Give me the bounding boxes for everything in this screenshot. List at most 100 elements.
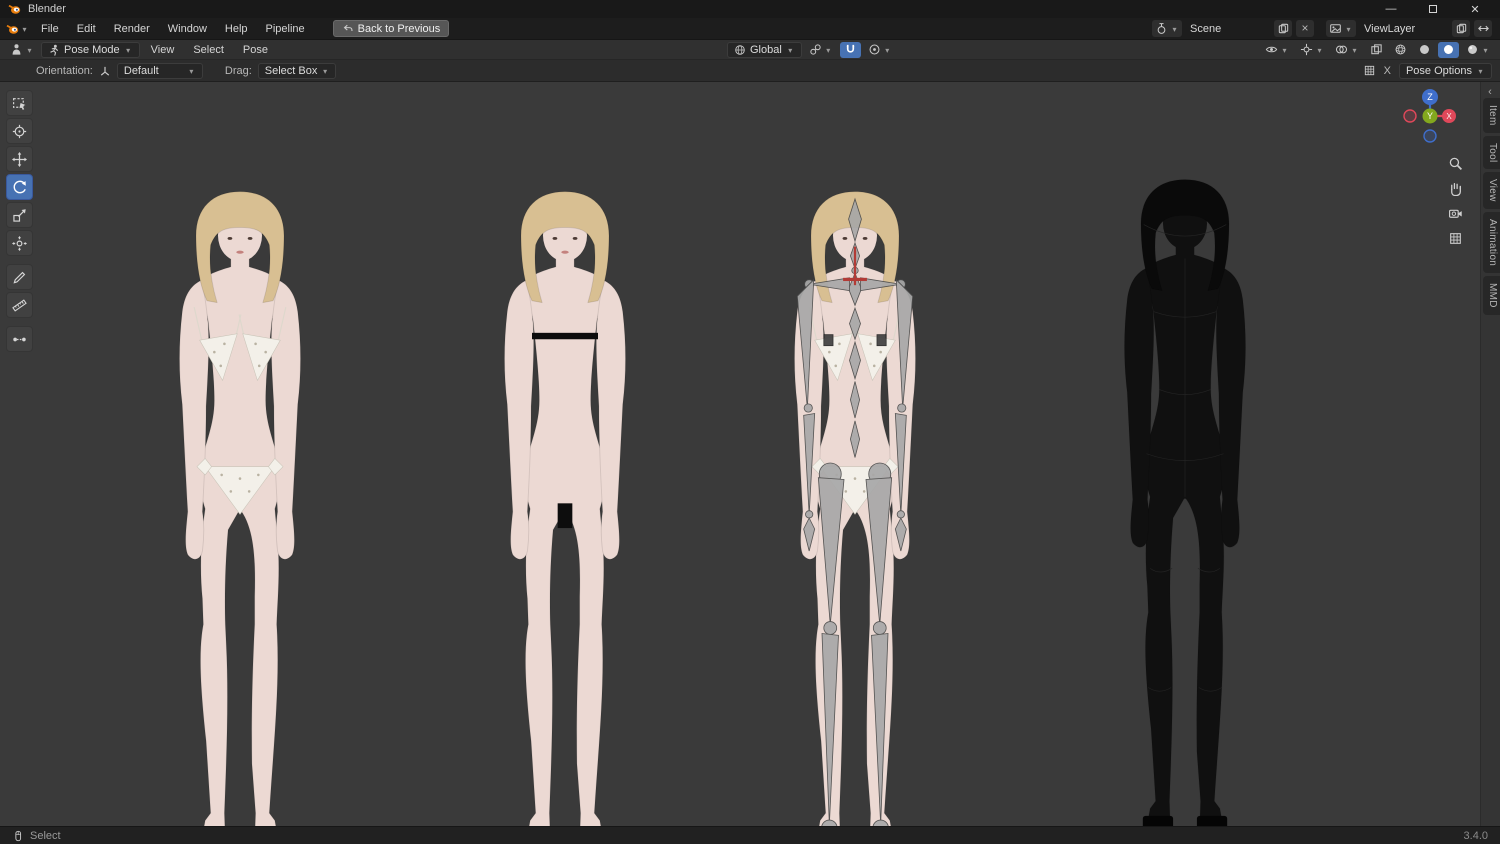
pose-options-dropdown[interactable]: Pose Options [1398, 62, 1492, 79]
tool-select-box[interactable] [6, 90, 33, 116]
globe-icon [734, 44, 746, 56]
tool-cursor[interactable] [6, 118, 33, 144]
sidebar-tab-mmd[interactable]: MMD [1483, 276, 1500, 315]
sidebar-tab-item[interactable]: Item [1483, 98, 1500, 133]
editor-type-button[interactable] [6, 42, 38, 58]
remove-viewlayer-button[interactable] [1474, 20, 1492, 37]
female-model-bikini[interactable] [130, 186, 350, 826]
keying-icon[interactable] [1363, 64, 1376, 77]
female-model-censored[interactable] [455, 186, 675, 826]
viewport-3d[interactable]: Z X Y Item Tool View Animation MMD [0, 82, 1500, 826]
shading-solid-button[interactable] [1414, 42, 1435, 58]
zoom-icon[interactable] [1444, 152, 1466, 174]
tool-settings-close-button[interactable]: X [1384, 65, 1391, 77]
tool-move[interactable] [6, 146, 33, 172]
tool-scale[interactable] [6, 202, 33, 228]
figure-slot-4 [1075, 174, 1295, 826]
axis-y-label: Y [1427, 111, 1433, 121]
chevron-down-icon [1350, 44, 1359, 56]
shading-rendered-button[interactable] [1462, 42, 1494, 58]
minimize-button[interactable]: — [1378, 1, 1404, 17]
axis-negative-z-handle[interactable] [1423, 129, 1437, 143]
chevron-down-icon [824, 44, 833, 56]
tool-transform[interactable] [6, 230, 33, 256]
scene-name[interactable]: Scene [1186, 23, 1270, 35]
chevron-down-icon [1280, 44, 1289, 56]
mouse-icon [12, 830, 24, 842]
menu-select[interactable]: Select [185, 42, 232, 58]
drag-dropdown[interactable]: Select Box [257, 62, 336, 79]
menu-render[interactable]: Render [106, 21, 158, 37]
drag-label: Drag: [224, 64, 252, 77]
pan-hand-icon[interactable] [1444, 177, 1466, 199]
overlays-dropdown[interactable] [1331, 42, 1363, 58]
toolbar [6, 90, 33, 352]
snap-toggle-button[interactable] [839, 41, 861, 58]
axis-z-label: Z [1427, 92, 1433, 102]
gizmo-icon [1300, 43, 1313, 56]
menu-view[interactable]: View [143, 42, 183, 58]
pose-mode-icon [48, 44, 60, 56]
sidebar-tab-animation[interactable]: Animation [1483, 211, 1500, 274]
viewport-header: Pose Mode View Select Pose Global [0, 40, 1500, 60]
visibility-dropdown[interactable] [1261, 42, 1293, 58]
snap-link-icon [809, 43, 822, 56]
viewlayer-name[interactable]: ViewLayer [1360, 23, 1448, 35]
new-scene-button[interactable] [1274, 20, 1292, 37]
maximize-button[interactable] [1420, 1, 1446, 17]
menu-help[interactable]: Help [217, 21, 256, 37]
sidebar-tab-view[interactable]: View [1483, 172, 1500, 209]
menu-file[interactable]: File [33, 21, 67, 37]
transform-orientation-dropdown[interactable]: Global [726, 41, 802, 58]
menu-window[interactable]: Window [160, 21, 215, 37]
sidebar-tab-tool[interactable]: Tool [1483, 135, 1500, 170]
scene-browse-button[interactable] [1152, 20, 1182, 37]
tool-settings-right: X Pose Options [1363, 62, 1492, 79]
back-to-previous-button[interactable]: Back to Previous [332, 20, 450, 37]
status-bar: Select 3.4.0 [0, 826, 1500, 844]
blender-menu-icon[interactable] [6, 22, 29, 36]
magnet-icon [844, 43, 857, 56]
gizmos-dropdown[interactable] [1296, 42, 1328, 58]
viewlayer-browse-button[interactable] [1326, 20, 1356, 37]
shading-material-icon [1442, 43, 1455, 56]
shading-wireframe-button[interactable] [1390, 42, 1411, 58]
chevron-down-icon [1476, 65, 1485, 77]
unlink-scene-button[interactable] [1296, 20, 1314, 37]
tool-measure[interactable] [6, 292, 33, 318]
ortho-grid-icon[interactable] [1444, 227, 1466, 249]
close-button[interactable]: ✕ [1462, 1, 1488, 17]
new-viewlayer-button[interactable] [1452, 20, 1470, 37]
figure-slot-2 [455, 186, 675, 826]
sidebar-collapse-arrow[interactable] [1481, 86, 1499, 98]
top-menu-bar: File Edit Render Window Help Pipeline Ba… [0, 18, 1500, 40]
snap-target-dropdown[interactable] [805, 42, 837, 58]
shading-material-button[interactable] [1438, 41, 1459, 58]
orientation-dropdown[interactable]: Default [116, 62, 203, 79]
overlays-icon [1335, 43, 1348, 56]
orientation-label: Orientation: [36, 64, 93, 77]
chevron-down-icon [1344, 23, 1353, 35]
axis-negative-x-handle[interactable] [1403, 109, 1417, 123]
blender-version: 3.4.0 [1463, 829, 1488, 842]
navigation-gizmo[interactable]: Z X Y [1398, 84, 1462, 148]
camera-view-icon[interactable] [1444, 202, 1466, 224]
eye-icon [1265, 43, 1278, 56]
menu-pose[interactable]: Pose [235, 42, 276, 58]
chevron-down-icon [124, 44, 133, 56]
female-model-armature[interactable] [745, 186, 965, 826]
proportional-editing-button[interactable] [864, 42, 896, 58]
tool-annotate[interactable] [6, 264, 33, 290]
menu-pipeline[interactable]: Pipeline [258, 21, 313, 37]
chevron-down-icon [1170, 23, 1179, 35]
menu-edit[interactable]: Edit [69, 21, 104, 37]
female-model-wireframe[interactable] [1075, 174, 1295, 826]
xray-toggle-button[interactable] [1366, 42, 1387, 58]
tool-rotate[interactable] [6, 174, 33, 200]
back-arrow-icon [342, 23, 354, 35]
tool-breakdowner[interactable] [6, 326, 33, 352]
viewlayer-icon [1329, 22, 1342, 35]
sidebar-tab-strip: Item Tool View Animation MMD [1480, 82, 1500, 826]
chevron-down-icon [883, 44, 892, 56]
mode-dropdown[interactable]: Pose Mode [41, 41, 140, 58]
